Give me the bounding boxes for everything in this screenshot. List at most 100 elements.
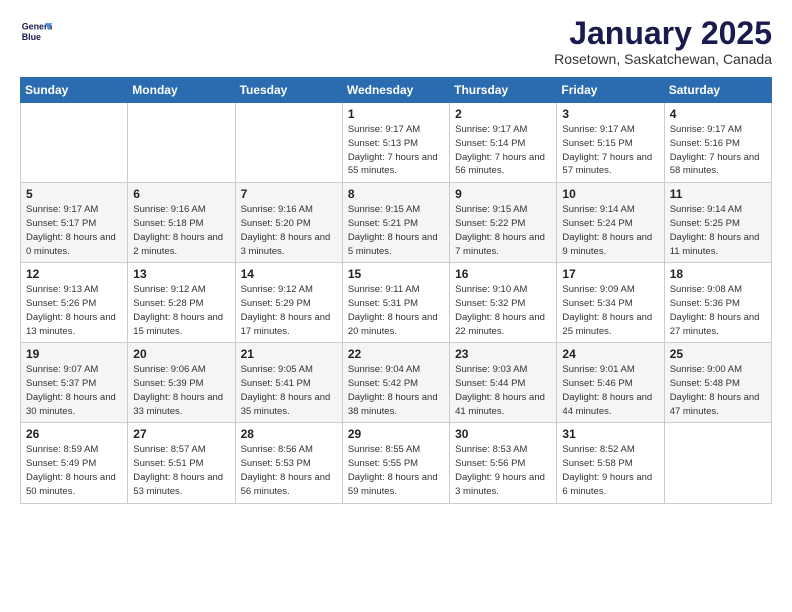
calendar-cell: 2Sunrise: 9:17 AM Sunset: 5:14 PM Daylig…	[450, 103, 557, 183]
day-info: Sunrise: 9:07 AM Sunset: 5:37 PM Dayligh…	[26, 363, 122, 418]
day-number: 15	[348, 267, 444, 281]
calendar-cell: 10 Sunrise: 9:14 AM Sunset: 5:24 PM Dayli…	[557, 183, 664, 263]
week-row-1: 5Sunrise: 9:17 AM Sunset: 5:17 PM Daylig…	[21, 183, 772, 263]
calendar-cell	[21, 103, 128, 183]
day-number: 31	[562, 427, 658, 441]
calendar-cell: 9Sunrise: 9:15 AM Sunset: 5:22 PM Daylig…	[450, 183, 557, 263]
day-info: Sunrise: 9:17 AM Sunset: 5:15 PM Dayligh…	[562, 123, 658, 178]
header-sunday: Sunday	[21, 78, 128, 103]
calendar-cell: 11 Sunrise: 9:14 AM Sunset: 5:25 PM Dayli…	[664, 183, 771, 263]
calendar-table: Sunday Monday Tuesday Wednesday Thursday…	[20, 77, 772, 503]
header: General Blue General Blue January 2025 R…	[20, 16, 772, 67]
week-row-4: 26 Sunrise: 8:59 AM Sunset: 5:49 PM Dayli…	[21, 423, 772, 503]
header-wednesday: Wednesday	[342, 78, 449, 103]
day-number: 27	[133, 427, 229, 441]
header-friday: Friday	[557, 78, 664, 103]
day-info: Sunrise: 9:12 AM Sunset: 5:29 PM Dayligh…	[241, 283, 337, 338]
calendar-cell: 14 Sunrise: 9:12 AM Sunset: 5:29 PM Dayli…	[235, 263, 342, 343]
calendar-cell: 6Sunrise: 9:16 AM Sunset: 5:18 PM Daylig…	[128, 183, 235, 263]
calendar-cell	[235, 103, 342, 183]
calendar-cell: 7Sunrise: 9:16 AM Sunset: 5:20 PM Daylig…	[235, 183, 342, 263]
calendar-cell: 27Sunrise: 8:57 AM Sunset: 5:51 PM Dayli…	[128, 423, 235, 503]
header-monday: Monday	[128, 78, 235, 103]
day-info: Sunrise: 9:08 AM Sunset: 5:36 PM Dayligh…	[670, 283, 766, 338]
calendar-cell: 23 Sunrise: 9:03 AM Sunset: 5:44 PM Dayli…	[450, 343, 557, 423]
day-number: 22	[348, 347, 444, 361]
calendar-cell: 31 Sunrise: 8:52 AM Sunset: 5:58 PM Dayli…	[557, 423, 664, 503]
day-number: 26	[26, 427, 122, 441]
day-info: Sunrise: 9:13 AM Sunset: 5:26 PM Dayligh…	[26, 283, 122, 338]
day-info: Sunrise: 8:52 AM Sunset: 5:58 PM Dayligh…	[562, 443, 658, 498]
day-number: 8	[348, 187, 444, 201]
day-info: Sunrise: 9:05 AM Sunset: 5:41 PM Dayligh…	[241, 363, 337, 418]
calendar-cell: 5Sunrise: 9:17 AM Sunset: 5:17 PM Daylig…	[21, 183, 128, 263]
day-number: 3	[562, 107, 658, 121]
day-info: Sunrise: 9:16 AM Sunset: 5:18 PM Dayligh…	[133, 203, 229, 258]
day-info: Sunrise: 9:06 AM Sunset: 5:39 PM Dayligh…	[133, 363, 229, 418]
day-number: 13	[133, 267, 229, 281]
day-number: 2	[455, 107, 551, 121]
title-block: January 2025 Rosetown, Saskatchewan, Can…	[554, 16, 772, 67]
day-number: 23	[455, 347, 551, 361]
calendar-cell: 13 Sunrise: 9:12 AM Sunset: 5:28 PM Dayli…	[128, 263, 235, 343]
week-row-3: 19Sunrise: 9:07 AM Sunset: 5:37 PM Dayli…	[21, 343, 772, 423]
day-number: 4	[670, 107, 766, 121]
week-row-2: 12 Sunrise: 9:13 AM Sunset: 5:26 PM Dayli…	[21, 263, 772, 343]
day-info: Sunrise: 8:59 AM Sunset: 5:49 PM Dayligh…	[26, 443, 122, 498]
day-info: Sunrise: 8:56 AM Sunset: 5:53 PM Dayligh…	[241, 443, 337, 498]
header-thursday: Thursday	[450, 78, 557, 103]
day-info: Sunrise: 9:14 AM Sunset: 5:24 PM Dayligh…	[562, 203, 658, 258]
day-info: Sunrise: 9:11 AM Sunset: 5:31 PM Dayligh…	[348, 283, 444, 338]
day-number: 25	[670, 347, 766, 361]
calendar-cell: 28 Sunrise: 8:56 AM Sunset: 5:53 PM Dayli…	[235, 423, 342, 503]
calendar-cell	[128, 103, 235, 183]
day-info: Sunrise: 8:55 AM Sunset: 5:55 PM Dayligh…	[348, 443, 444, 498]
day-number: 5	[26, 187, 122, 201]
header-saturday: Saturday	[664, 78, 771, 103]
calendar-cell: 22 Sunrise: 9:04 AM Sunset: 5:42 PM Dayli…	[342, 343, 449, 423]
day-number: 20	[133, 347, 229, 361]
day-number: 18	[670, 267, 766, 281]
header-tuesday: Tuesday	[235, 78, 342, 103]
day-number: 29	[348, 427, 444, 441]
calendar-cell: 3 Sunrise: 9:17 AM Sunset: 5:15 PM Daylig…	[557, 103, 664, 183]
calendar-cell: 29 Sunrise: 8:55 AM Sunset: 5:55 PM Dayli…	[342, 423, 449, 503]
calendar-cell: 21 Sunrise: 9:05 AM Sunset: 5:41 PM Dayli…	[235, 343, 342, 423]
day-info: Sunrise: 9:15 AM Sunset: 5:22 PM Dayligh…	[455, 203, 551, 258]
logo-icon: General Blue	[20, 16, 52, 48]
day-number: 24	[562, 347, 658, 361]
day-number: 30	[455, 427, 551, 441]
calendar-cell: 24Sunrise: 9:01 AM Sunset: 5:46 PM Dayli…	[557, 343, 664, 423]
day-info: Sunrise: 9:03 AM Sunset: 5:44 PM Dayligh…	[455, 363, 551, 418]
calendar-cell	[664, 423, 771, 503]
day-info: Sunrise: 9:10 AM Sunset: 5:32 PM Dayligh…	[455, 283, 551, 338]
day-number: 1	[348, 107, 444, 121]
day-info: Sunrise: 9:15 AM Sunset: 5:21 PM Dayligh…	[348, 203, 444, 258]
page: General Blue General Blue January 2025 R…	[0, 0, 792, 520]
calendar-cell: 26 Sunrise: 8:59 AM Sunset: 5:49 PM Dayli…	[21, 423, 128, 503]
day-number: 12	[26, 267, 122, 281]
day-info: Sunrise: 9:16 AM Sunset: 5:20 PM Dayligh…	[241, 203, 337, 258]
calendar-cell: 1 Sunrise: 9:17 AM Sunset: 5:13 PM Daylig…	[342, 103, 449, 183]
week-row-0: 1 Sunrise: 9:17 AM Sunset: 5:13 PM Daylig…	[21, 103, 772, 183]
day-number: 11	[670, 187, 766, 201]
day-number: 14	[241, 267, 337, 281]
calendar-cell: 30 Sunrise: 8:53 AM Sunset: 5:56 PM Dayli…	[450, 423, 557, 503]
day-info: Sunrise: 8:53 AM Sunset: 5:56 PM Dayligh…	[455, 443, 551, 498]
day-number: 28	[241, 427, 337, 441]
calendar-cell: 12 Sunrise: 9:13 AM Sunset: 5:26 PM Dayli…	[21, 263, 128, 343]
day-info: Sunrise: 9:12 AM Sunset: 5:28 PM Dayligh…	[133, 283, 229, 338]
weekday-header-row: Sunday Monday Tuesday Wednesday Thursday…	[21, 78, 772, 103]
day-info: Sunrise: 9:17 AM Sunset: 5:16 PM Dayligh…	[670, 123, 766, 178]
calendar-title: January 2025	[554, 16, 772, 51]
day-info: Sunrise: 9:04 AM Sunset: 5:42 PM Dayligh…	[348, 363, 444, 418]
day-info: Sunrise: 9:17 AM Sunset: 5:13 PM Dayligh…	[348, 123, 444, 178]
logo: General Blue General Blue	[20, 16, 52, 48]
calendar-cell: 4 Sunrise: 9:17 AM Sunset: 5:16 PM Daylig…	[664, 103, 771, 183]
day-number: 10	[562, 187, 658, 201]
calendar-cell: 8 Sunrise: 9:15 AM Sunset: 5:21 PM Daylig…	[342, 183, 449, 263]
day-number: 21	[241, 347, 337, 361]
day-info: Sunrise: 9:14 AM Sunset: 5:25 PM Dayligh…	[670, 203, 766, 258]
calendar-cell: 15 Sunrise: 9:11 AM Sunset: 5:31 PM Dayli…	[342, 263, 449, 343]
calendar-cell: 17Sunrise: 9:09 AM Sunset: 5:34 PM Dayli…	[557, 263, 664, 343]
